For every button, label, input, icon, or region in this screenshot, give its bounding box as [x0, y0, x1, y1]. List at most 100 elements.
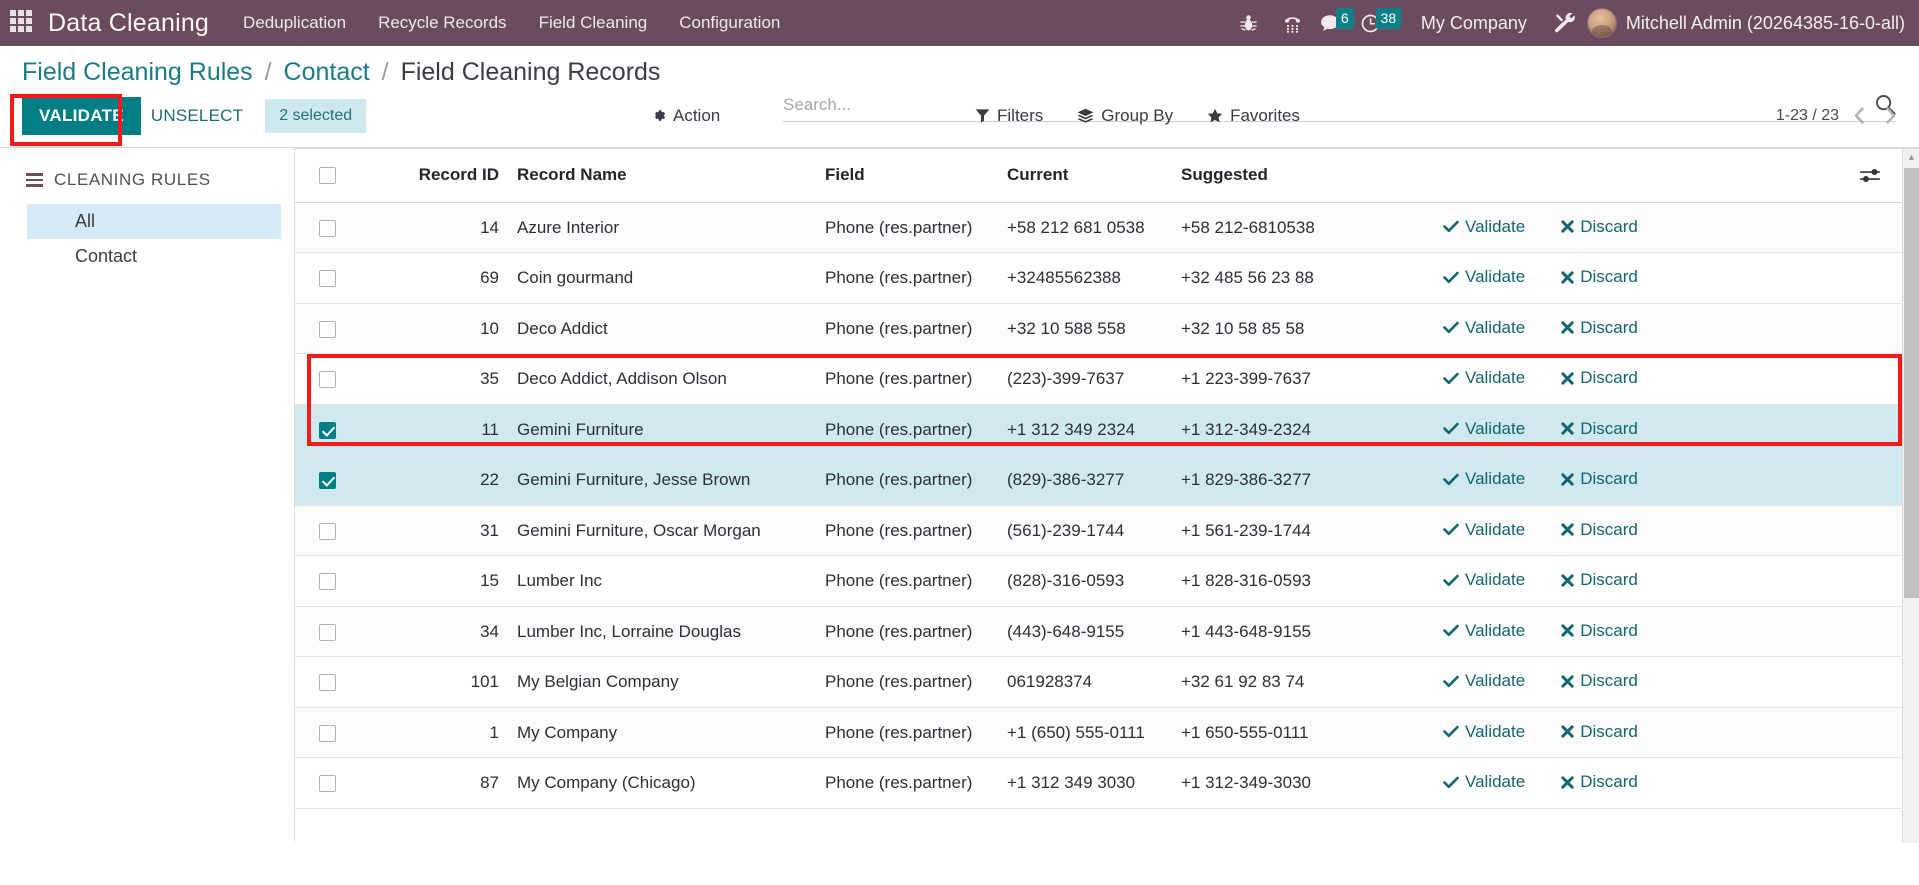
table-row[interactable]: 34 Lumber Inc, Lorraine Douglas Phone (res…: [295, 606, 1919, 658]
cell-record-id: 1: [357, 707, 507, 759]
row-validate-button[interactable]: Validate: [1443, 722, 1525, 742]
row-discard-button[interactable]: Discard: [1561, 469, 1638, 489]
table-row[interactable]: 87 My Company (Chicago) Phone (res.partner…: [295, 757, 1919, 809]
user-menu[interactable]: Mitchell Admin (20264385-16-0-all): [1626, 13, 1905, 34]
row-discard-button[interactable]: Discard: [1561, 671, 1638, 691]
table-row[interactable]: 15 Lumber Inc Phone (res.partner) (828)-316…: [295, 555, 1919, 607]
row-checkbox[interactable]: [319, 522, 336, 540]
row-checkbox[interactable]: [319, 573, 336, 591]
scroll-up-arrow[interactable]: ▲: [1903, 149, 1919, 166]
select-all-checkbox[interactable]: [319, 166, 336, 184]
pager-range[interactable]: 1-23 / 23: [1776, 107, 1839, 125]
layers-icon: [1077, 108, 1094, 123]
cell-actions: Validate Discard: [1441, 606, 1919, 658]
row-checkbox[interactable]: [319, 371, 336, 389]
row-checkbox[interactable]: [319, 623, 336, 641]
hamburger-icon[interactable]: [26, 173, 43, 187]
row-checkbox[interactable]: [319, 219, 336, 237]
scrollbar-thumb[interactable]: [1904, 167, 1919, 598]
header-record-id[interactable]: Record ID: [357, 148, 507, 203]
header-current[interactable]: Current: [1007, 148, 1181, 203]
pager-previous-button[interactable]: [1849, 106, 1870, 125]
breadcrumb-item-current: Field Cleaning Records: [400, 58, 661, 86]
gear-icon: [655, 110, 666, 121]
row-validate-button[interactable]: Validate: [1443, 469, 1525, 489]
bug-icon[interactable]: [1227, 0, 1271, 46]
action-menu-button[interactable]: Action: [650, 106, 720, 126]
nav-menu-field-cleaning[interactable]: Field Cleaning: [539, 13, 648, 33]
table-row[interactable]: 14 Azure Interior Phone (res.partner) +58 2…: [295, 202, 1919, 254]
table-row[interactable]: 1 My Company Phone (res.partner) +1 (650) 5…: [295, 707, 1919, 759]
row-discard-button[interactable]: Discard: [1561, 570, 1638, 590]
row-checkbox[interactable]: [319, 472, 336, 490]
row-select-cell: [295, 353, 357, 405]
row-discard-button[interactable]: Discard: [1561, 621, 1638, 641]
row-validate-button[interactable]: Validate: [1443, 570, 1525, 590]
records-table: Record ID Record Name Field Current Sugg…: [295, 148, 1919, 809]
group-by-button[interactable]: Group By: [1077, 106, 1173, 126]
cell-suggested: +32 10 58 85 58: [1181, 303, 1441, 355]
row-validate-button[interactable]: Validate: [1443, 318, 1525, 338]
row-checkbox[interactable]: [319, 674, 336, 692]
x-icon: [1561, 321, 1574, 334]
row-validate-button[interactable]: Validate: [1443, 772, 1525, 792]
unselect-button[interactable]: UNSELECT: [141, 97, 253, 135]
row-checkbox[interactable]: [319, 421, 336, 439]
company-switcher[interactable]: My Company: [1421, 13, 1527, 34]
validate-button[interactable]: VALIDATE: [22, 96, 141, 135]
messages-icon[interactable]: 6: [1315, 0, 1359, 46]
row-discard-button[interactable]: Discard: [1561, 419, 1638, 439]
view-options-sliders-icon[interactable]: [1860, 167, 1881, 185]
cell-suggested: +1 223-399-7637: [1181, 353, 1441, 405]
activities-clock-icon[interactable]: 38: [1359, 0, 1403, 46]
row-validate-button[interactable]: Validate: [1443, 368, 1525, 388]
row-discard-button[interactable]: Discard: [1561, 772, 1638, 792]
row-validate-button[interactable]: Validate: [1443, 267, 1525, 287]
row-validate-button[interactable]: Validate: [1443, 419, 1525, 439]
row-checkbox[interactable]: [319, 320, 336, 338]
table-row[interactable]: 35 Deco Addict, Addison Olson Phone (res.p…: [295, 353, 1919, 405]
row-checkbox[interactable]: [319, 270, 336, 288]
table-row[interactable]: 101 My Belgian Company Phone (res.partner)…: [295, 656, 1919, 708]
tools-wrench-icon[interactable]: [1543, 0, 1587, 46]
table-row[interactable]: 10 Deco Addict Phone (res.partner) +32 10 5…: [295, 303, 1919, 355]
header-record-name[interactable]: Record Name: [507, 148, 825, 203]
breadcrumb-item-field-cleaning-rules[interactable]: Field Cleaning Rules: [22, 58, 253, 86]
sidebar-item-all[interactable]: All: [27, 203, 281, 239]
table-row[interactable]: 31 Gemini Furniture, Oscar Morgan Phone (r…: [295, 505, 1919, 557]
row-discard-button[interactable]: Discard: [1561, 267, 1638, 287]
header-field[interactable]: Field: [825, 148, 1007, 203]
row-discard-button[interactable]: Discard: [1561, 722, 1638, 742]
header-suggested[interactable]: Suggested: [1181, 148, 1441, 203]
row-discard-button[interactable]: Discard: [1561, 520, 1638, 540]
row-validate-button[interactable]: Validate: [1443, 671, 1525, 691]
row-discard-button[interactable]: Discard: [1561, 368, 1638, 388]
nav-menu-configuration[interactable]: Configuration: [679, 13, 780, 33]
row-checkbox[interactable]: [319, 775, 336, 793]
app-brand-title[interactable]: Data Cleaning: [48, 9, 209, 38]
row-validate-label: Validate: [1465, 317, 1526, 337]
row-checkbox[interactable]: [319, 724, 336, 742]
apps-grid-icon[interactable]: [10, 10, 36, 36]
row-discard-button[interactable]: Discard: [1561, 318, 1638, 338]
vertical-scrollbar[interactable]: ▲: [1902, 148, 1919, 843]
table-row[interactable]: 11 Gemini Furniture Phone (res.partner) +1 …: [295, 404, 1919, 456]
cell-suggested: +1 443-648-9155: [1181, 606, 1441, 658]
dialpad-icon[interactable]: [1271, 0, 1315, 46]
filters-button[interactable]: Filters: [975, 106, 1043, 126]
row-discard-label: Discard: [1580, 418, 1638, 438]
nav-menu-deduplication[interactable]: Deduplication: [243, 13, 346, 33]
favorites-button[interactable]: Favorites: [1207, 106, 1300, 126]
avatar[interactable]: [1586, 8, 1617, 38]
sidebar-item-contact[interactable]: Contact: [27, 239, 281, 274]
cell-record-name: Deco Addict, Addison Olson: [507, 353, 825, 405]
table-row[interactable]: 69 Coin gourmand Phone (res.partner) +32485…: [295, 252, 1919, 304]
table-row[interactable]: 22 Gemini Furniture, Jesse Brown Phone (re…: [295, 454, 1919, 506]
row-validate-button[interactable]: Validate: [1443, 621, 1525, 641]
nav-menu-recycle-records[interactable]: Recycle Records: [378, 13, 507, 33]
row-discard-button[interactable]: Discard: [1561, 217, 1638, 237]
row-validate-button[interactable]: Validate: [1443, 520, 1525, 540]
row-validate-button[interactable]: Validate: [1443, 217, 1525, 237]
pager-next-button[interactable]: [1880, 106, 1901, 125]
breadcrumb-item-contact[interactable]: Contact: [284, 58, 370, 86]
